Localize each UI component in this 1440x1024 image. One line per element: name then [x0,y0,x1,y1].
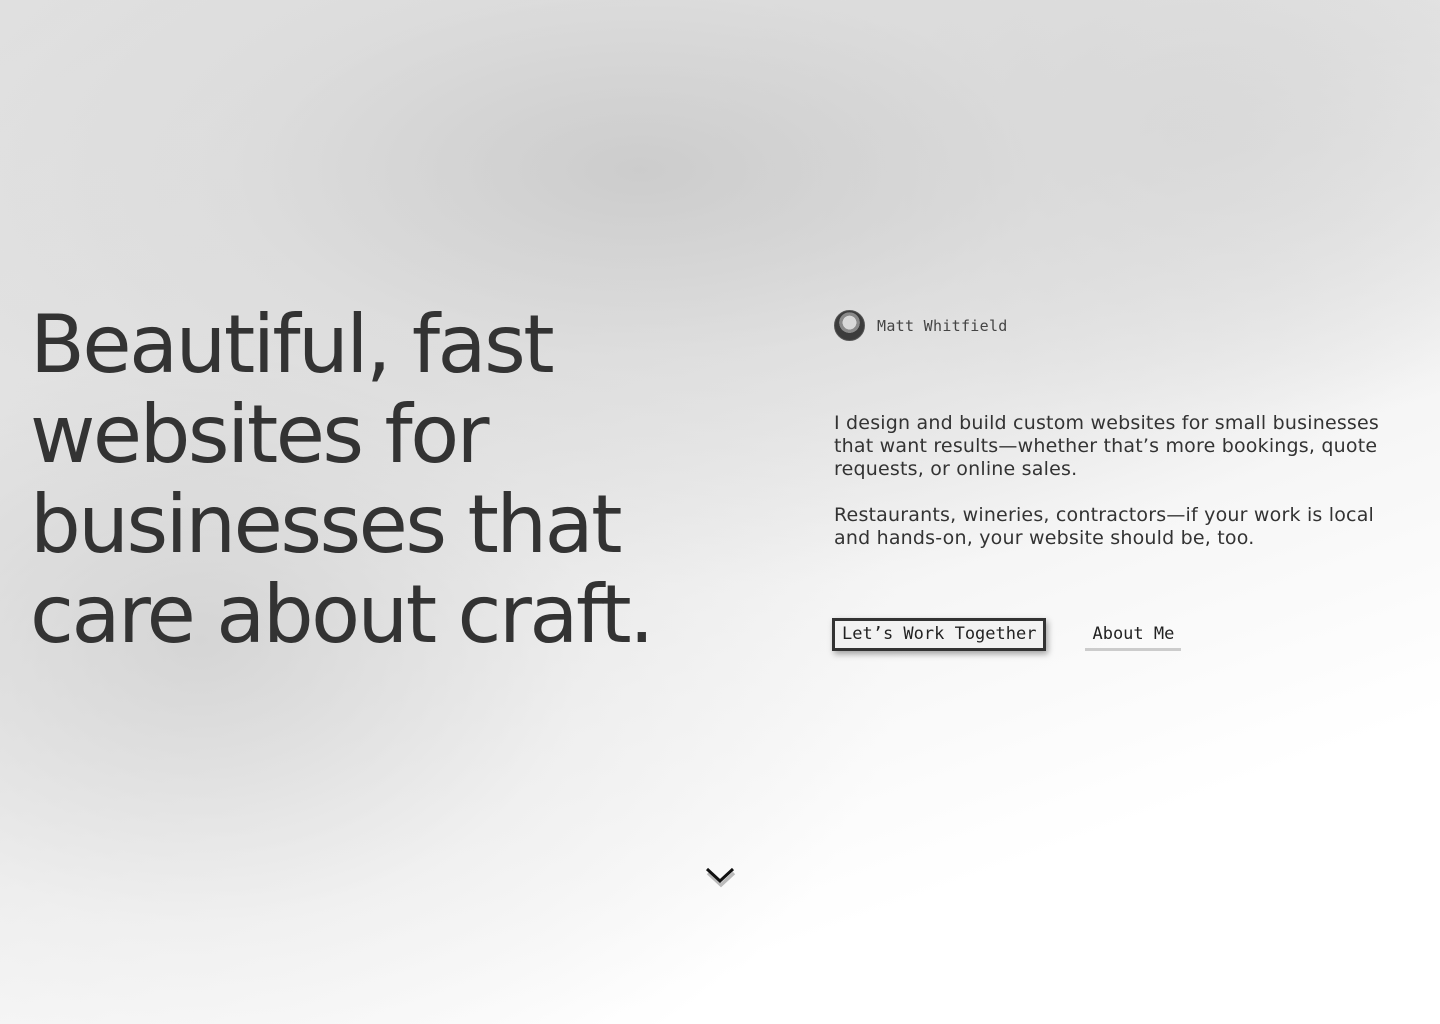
intro-paragraph: Restaurants, wineries, contractors—if yo… [834,504,1375,549]
headline-line: businesses that [30,478,622,571]
intro-paragraph: I design and build custom websites for s… [834,412,1380,480]
chevron-down-icon [705,867,736,888]
headline-line: care about craft. [30,568,655,661]
headline-line: websites for [30,388,490,481]
avatar [834,310,865,341]
about-me-link[interactable]: About Me [1085,618,1182,651]
headline-line: Beautiful, fast [30,298,555,391]
hero-headline: Beautiful, fast websites for businesses … [30,300,790,660]
author-byline: Matt Whitfield [834,310,1008,341]
author-name: Matt Whitfield [877,316,1008,335]
scroll-down-button[interactable] [704,862,736,888]
work-together-button[interactable]: Let’s Work Together [832,618,1047,651]
intro-text: I design and build custom websites for s… [834,412,1414,550]
hero-actions: Let’s Work Together About Me [832,618,1182,651]
